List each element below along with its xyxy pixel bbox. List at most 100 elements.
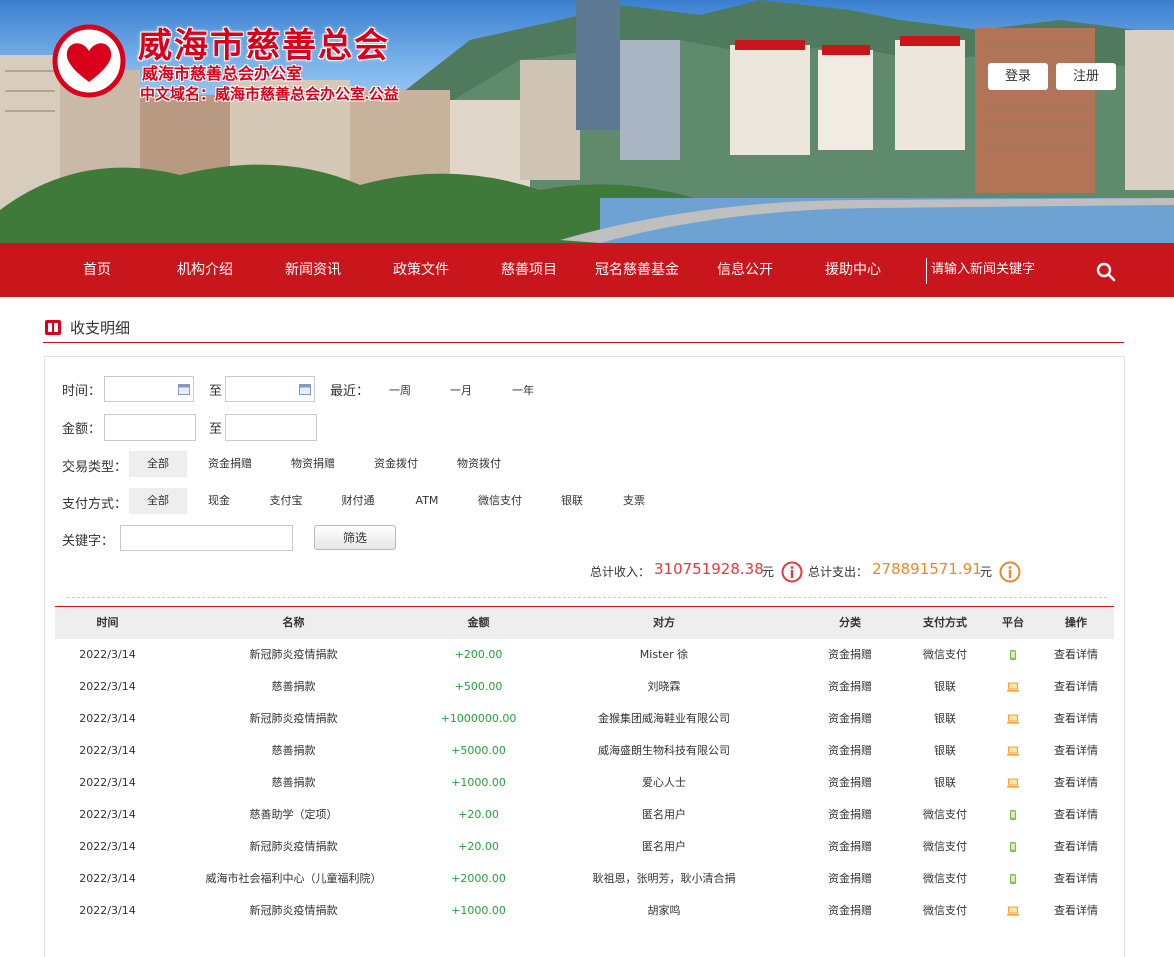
cell-party: Mister 徐	[639, 648, 689, 661]
view-detail-link[interactable]: 查看详情	[1038, 895, 1114, 927]
table-row: 2022/3/14 新冠肺炎疫情捐款 +20.00 匿名用户 资金捐赠 微信支付 查看详情	[55, 831, 1114, 863]
pay-option-unionpay[interactable]: 银联	[552, 488, 592, 514]
expense-unit: 元	[980, 565, 993, 579]
cell-amount: +200.00	[454, 648, 503, 661]
cell-party: 金猴集团威海鞋业有限公司	[598, 712, 730, 725]
nav-item-home[interactable]: 首页	[47, 243, 147, 297]
view-detail-link[interactable]: 查看详情	[1038, 639, 1114, 671]
cell-party: 匿名用户	[642, 808, 686, 821]
recent-month-option[interactable]: 一月	[444, 382, 478, 398]
mobile-icon	[1010, 810, 1016, 820]
cell-name: 慈善助学（定项）	[249, 808, 338, 821]
nav-item-aid[interactable]: 援助中心	[803, 243, 903, 297]
recent-week-option[interactable]: 一周	[383, 382, 417, 398]
cell-party: 耿祖恩，张明芳，耿小清合捐	[592, 872, 736, 885]
type-option-fund-allocation[interactable]: 资金拨付	[365, 451, 427, 477]
cell-category: 资金捐赠	[828, 808, 872, 821]
nav-item-policy[interactable]: 政策文件	[371, 243, 471, 297]
pay-option-atm[interactable]: ATM	[405, 488, 449, 514]
type-option-fund-donation[interactable]: 资金捐赠	[199, 451, 261, 477]
column-header-amount: 金额	[467, 616, 490, 629]
table-row: 2022/3/14 新冠肺炎疫情捐款 +1000000.00 金猴集团威海鞋业有限公司…	[55, 703, 1114, 735]
info-icon[interactable]	[999, 561, 1021, 583]
nav-item-projects[interactable]: 慈善项目	[479, 243, 579, 297]
pay-option-cheque[interactable]: 支票	[614, 488, 654, 514]
cell-pay: 银联	[934, 744, 956, 757]
book-icon	[45, 320, 61, 335]
cell-category: 资金捐赠	[828, 840, 872, 853]
title-underline	[43, 342, 1124, 343]
cell-pay: 银联	[934, 776, 956, 789]
cell-name: 新冠肺炎疫情捐款	[249, 712, 338, 725]
cell-time: 2022/3/14	[79, 776, 136, 789]
computer-icon	[1007, 778, 1019, 788]
mobile-icon	[1010, 874, 1016, 884]
filter-button[interactable]: 筛选	[314, 525, 396, 550]
pay-option-all[interactable]: 全部	[129, 488, 187, 514]
nav-item-funds[interactable]: 冠名慈善基金	[587, 243, 687, 297]
cell-category: 资金捐赠	[828, 776, 872, 789]
cell-category: 资金捐赠	[828, 904, 872, 917]
info-icon[interactable]	[781, 561, 803, 583]
expense-total: 278891571.91	[872, 560, 982, 578]
type-option-goods-allocation[interactable]: 物资拨付	[448, 451, 510, 477]
view-detail-link[interactable]: 查看详情	[1038, 767, 1114, 799]
cell-time: 2022/3/14	[79, 808, 136, 821]
end-date-input[interactable]	[225, 376, 315, 402]
view-detail-link[interactable]: 查看详情	[1038, 863, 1114, 895]
divider	[67, 597, 1107, 598]
cell-name: 新冠肺炎疫情捐款	[249, 904, 338, 917]
page-title: 收支明细	[70, 319, 131, 337]
expense-label: 总计支出：	[808, 565, 869, 579]
min-amount-input[interactable]	[104, 414, 196, 441]
view-detail-link[interactable]: 查看详情	[1038, 703, 1114, 735]
calendar-icon[interactable]	[178, 383, 190, 395]
cell-amount: +5000.00	[451, 744, 506, 757]
table-row: 2022/3/14 慈善捐款 +5000.00 威海盛朗生物科技有限公司 资金捐赠 银联 查…	[55, 735, 1114, 767]
nav-item-news[interactable]: 新闻资讯	[263, 243, 363, 297]
news-search-input[interactable]	[931, 256, 1081, 282]
keyword-input[interactable]	[120, 525, 293, 551]
cell-party: 刘晓霖	[647, 680, 681, 693]
cell-name: 慈善捐款	[271, 776, 316, 789]
table-row: 2022/3/14 慈善助学（定项） +20.00 匿名用户 资金捐赠 微信支付 查看详情	[55, 799, 1114, 831]
column-header-pay: 支付方式	[923, 616, 967, 629]
type-option-goods-donation[interactable]: 物资捐赠	[282, 451, 344, 477]
pay-option-wechat[interactable]: 微信支付	[472, 488, 528, 514]
register-button[interactable]: 注册	[1056, 63, 1116, 90]
cell-time: 2022/3/14	[79, 840, 136, 853]
nav-item-disclosure[interactable]: 信息公开	[695, 243, 795, 297]
to-label: 至	[209, 384, 223, 399]
view-detail-link[interactable]: 查看详情	[1038, 799, 1114, 831]
cell-category: 资金捐赠	[828, 680, 872, 693]
view-detail-link[interactable]: 查看详情	[1038, 831, 1114, 863]
view-detail-link[interactable]: 查看详情	[1038, 671, 1114, 703]
cell-pay: 微信支付	[923, 648, 967, 661]
nav-item-about[interactable]: 机构介绍	[155, 243, 255, 297]
max-amount-input[interactable]	[225, 414, 317, 441]
search-icon[interactable]	[1096, 262, 1116, 282]
cell-pay: 银联	[934, 712, 956, 725]
cell-amount: +1000.00	[451, 904, 506, 917]
pay-option-cash[interactable]: 现金	[199, 488, 239, 514]
start-date-input[interactable]	[104, 376, 194, 402]
keyword-label: 关键字：	[62, 534, 115, 549]
login-button[interactable]: 登录	[988, 63, 1048, 90]
pay-option-alipay[interactable]: 支付宝	[262, 488, 310, 514]
type-option-all[interactable]: 全部	[129, 451, 187, 477]
table-row: 2022/3/14 新冠肺炎疫情捐款 +1000.00 胡家鸣 资金捐赠 微信支付 查看详情	[55, 895, 1114, 927]
cell-time: 2022/3/14	[79, 904, 136, 917]
calendar-icon[interactable]	[299, 383, 311, 395]
nav-divider	[926, 258, 927, 284]
cell-name: 新冠肺炎疫情捐款	[249, 840, 338, 853]
cell-category: 资金捐赠	[828, 712, 872, 725]
recent-year-option[interactable]: 一年	[506, 382, 540, 398]
pay-option-tenpay[interactable]: 财付通	[334, 488, 382, 514]
cell-name: 威海市社会福利中心（儿童福利院）	[205, 872, 382, 885]
cell-party: 胡家鸣	[647, 904, 681, 917]
view-detail-link[interactable]: 查看详情	[1038, 735, 1114, 767]
income-total: 310751928.38	[654, 560, 764, 578]
cell-party: 威海盛朗生物科技有限公司	[598, 744, 730, 757]
org-domain: 中文域名：威海市慈善总会办公室.公益	[140, 87, 399, 103]
computer-icon	[1007, 746, 1019, 756]
